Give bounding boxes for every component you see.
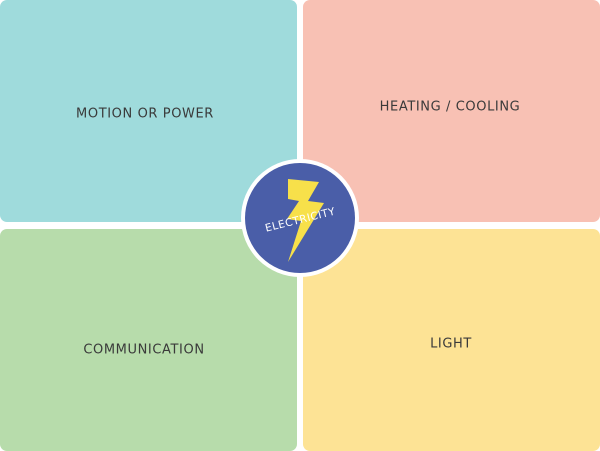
quadrant-label-light: LIGHT xyxy=(430,336,472,352)
quadrant-label-heating-cooling: HEATING / COOLING xyxy=(379,99,521,115)
quadrant-label-motion-or-power: MOTION OR POWER xyxy=(76,106,214,122)
concept-diagram: MOTION OR POWER HEATING / COOLING COMMUN… xyxy=(0,0,600,451)
center-node-electricity: ELECTRICITY xyxy=(241,159,359,277)
quadrant-label-communication: COMMUNICATION xyxy=(83,342,205,358)
center-node-graphic: ELECTRICITY xyxy=(245,163,355,273)
